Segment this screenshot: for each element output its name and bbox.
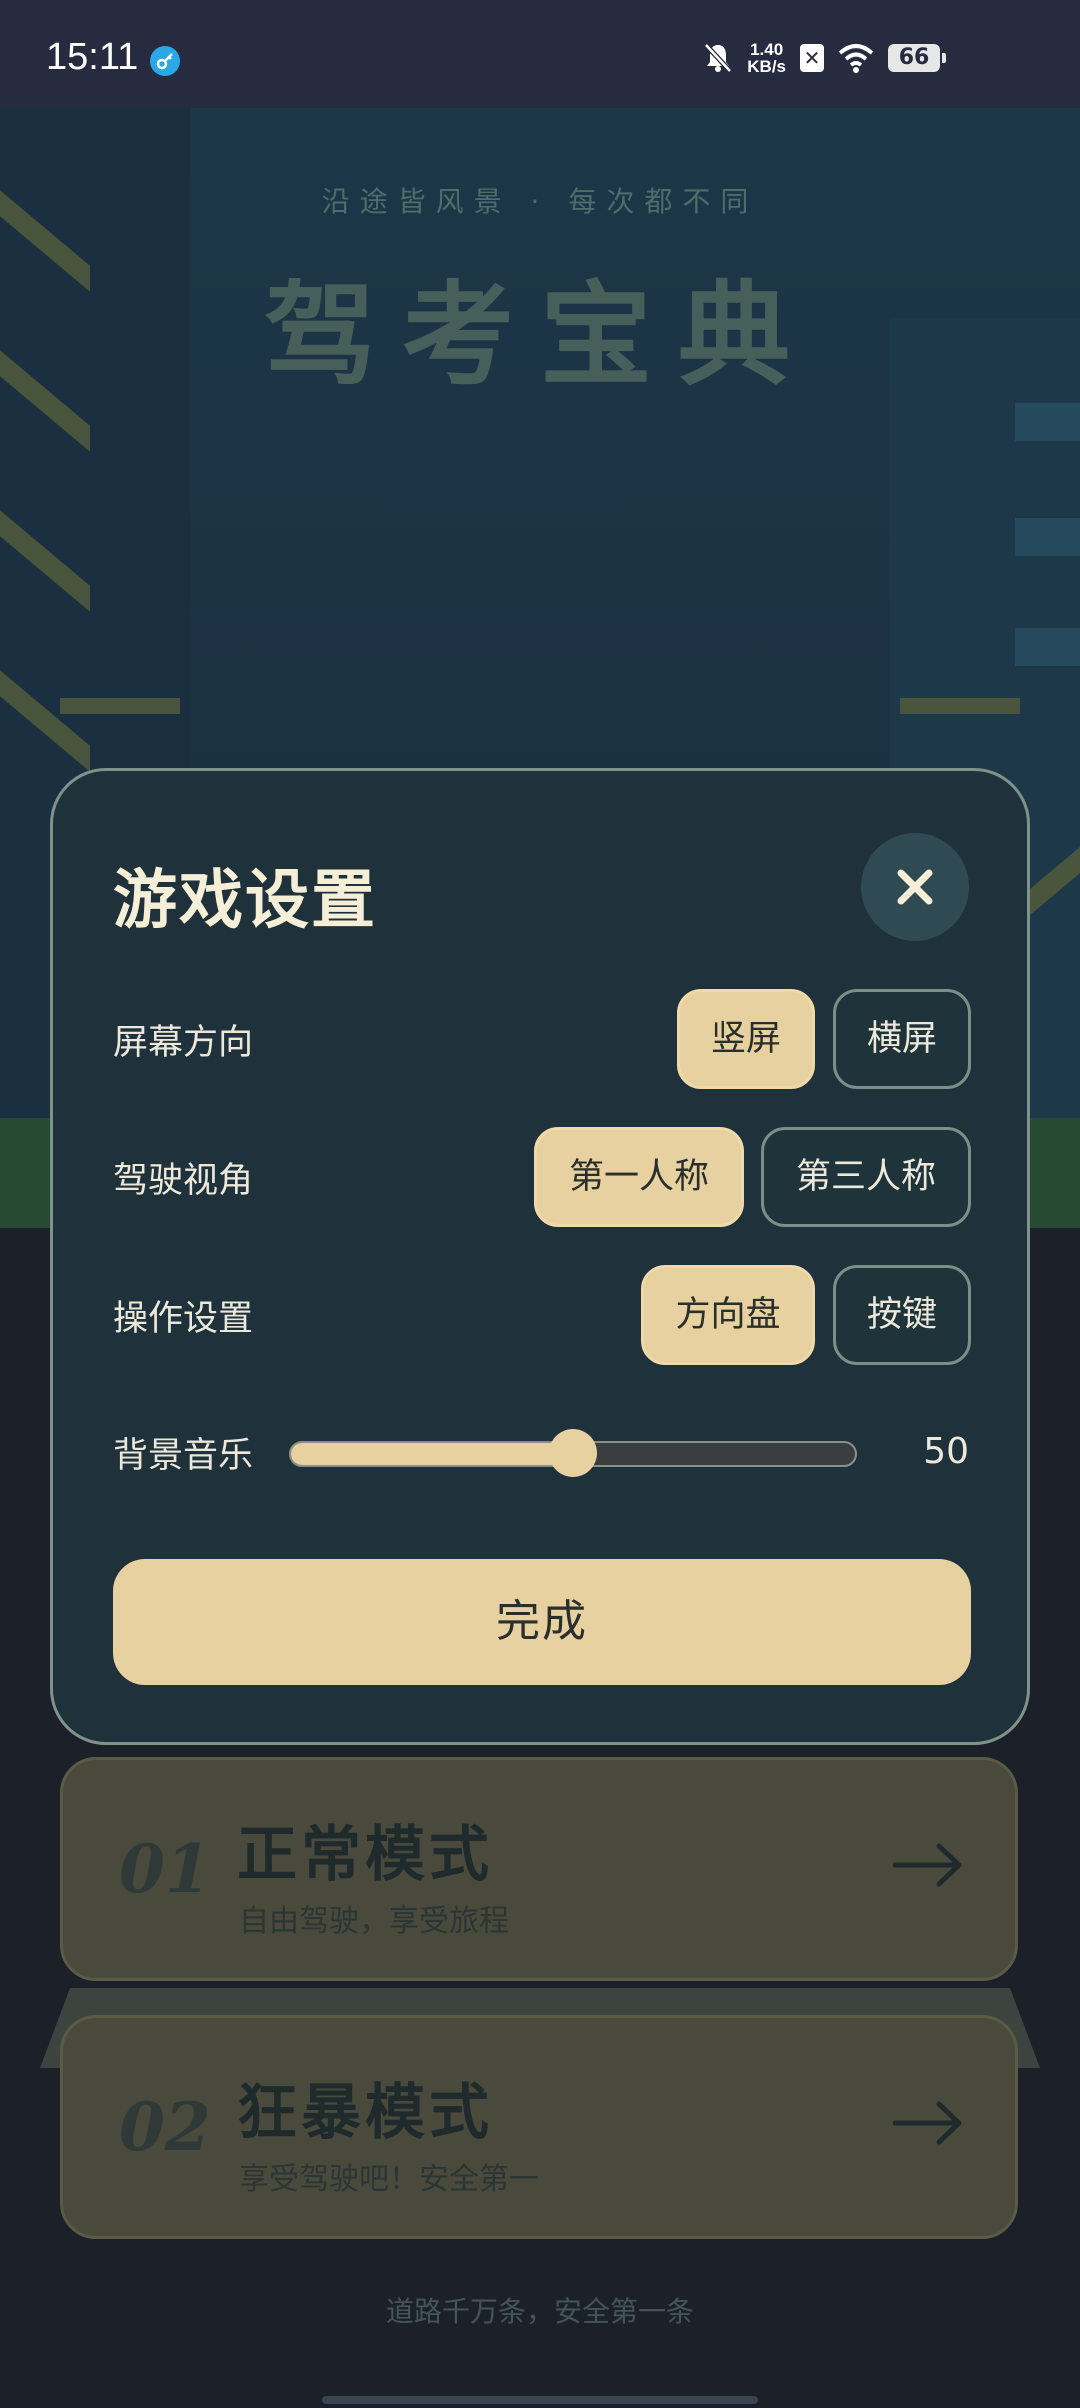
status-bar: 15:11 1.40 KB/s ✕ 66: [0, 0, 1080, 108]
music-slider-thumb[interactable]: [549, 1429, 597, 1477]
controls-option-buttons[interactable]: 按键: [833, 1265, 971, 1365]
camera-option-first-person[interactable]: 第一人称: [534, 1127, 744, 1227]
close-icon: [897, 869, 933, 905]
status-time: 15:11: [46, 36, 139, 78]
music-label: 背景音乐: [113, 1436, 254, 1476]
arrow-right-icon: [893, 1843, 962, 1887]
no-sim-icon: ✕: [800, 44, 824, 72]
done-button[interactable]: 完成: [113, 1559, 971, 1685]
home-indicator[interactable]: [322, 2396, 758, 2404]
mode-card-crazy[interactable]: 02 狂暴模式 享受驾驶吧！安全第一: [60, 2015, 1018, 2239]
controls-option-wheel[interactable]: 方向盘: [641, 1265, 815, 1365]
camera-option-third-person[interactable]: 第三人称: [761, 1127, 971, 1227]
arrow-right-icon: [893, 2101, 962, 2145]
dialog-title: 游戏设置: [113, 864, 377, 938]
orientation-label: 屏幕方向: [113, 1023, 254, 1063]
close-button[interactable]: [861, 833, 969, 941]
vpn-key-icon: [150, 46, 180, 76]
controls-label: 操作设置: [113, 1299, 254, 1339]
camera-label: 驾驶视角: [113, 1161, 254, 1201]
status-icons: 1.40 KB/s ✕ 66: [703, 38, 946, 78]
mute-bell-icon: [704, 43, 733, 73]
battery-indicator: 66: [888, 44, 946, 72]
footer-slogan: 道路千万条，安全第一条: [385, 2295, 694, 2328]
music-volume-value: 50: [923, 1431, 969, 1472]
mode-card-normal[interactable]: 01 正常模式 自由驾驶，享受旅程: [60, 1757, 1018, 1981]
wifi-icon: [838, 44, 874, 73]
settings-dialog: 游戏设置 屏幕方向 竖屏 横屏 驾驶视角 第一人称 第三人称 操作设置 方向盘 …: [50, 768, 1030, 1745]
orientation-option-portrait[interactable]: 竖屏: [677, 989, 815, 1089]
mode-title: 狂暴模式: [237, 2078, 493, 2148]
music-slider-fill: [291, 1443, 573, 1465]
net-speed: 1.40 KB/s: [747, 40, 786, 76]
mode-subtitle: 自由驾驶，享受旅程: [239, 1904, 509, 1939]
mode-number: 02: [119, 2088, 211, 2166]
mode-number: 01: [119, 1830, 211, 1908]
orientation-option-landscape[interactable]: 横屏: [833, 989, 971, 1089]
hero-tagline: 沿途皆风景 · 每次都不同: [321, 185, 759, 218]
mode-subtitle: 享受驾驶吧！安全第一: [239, 2162, 539, 2197]
hero-title: 驾考宝典: [264, 270, 816, 401]
mode-title: 正常模式: [237, 1820, 493, 1890]
